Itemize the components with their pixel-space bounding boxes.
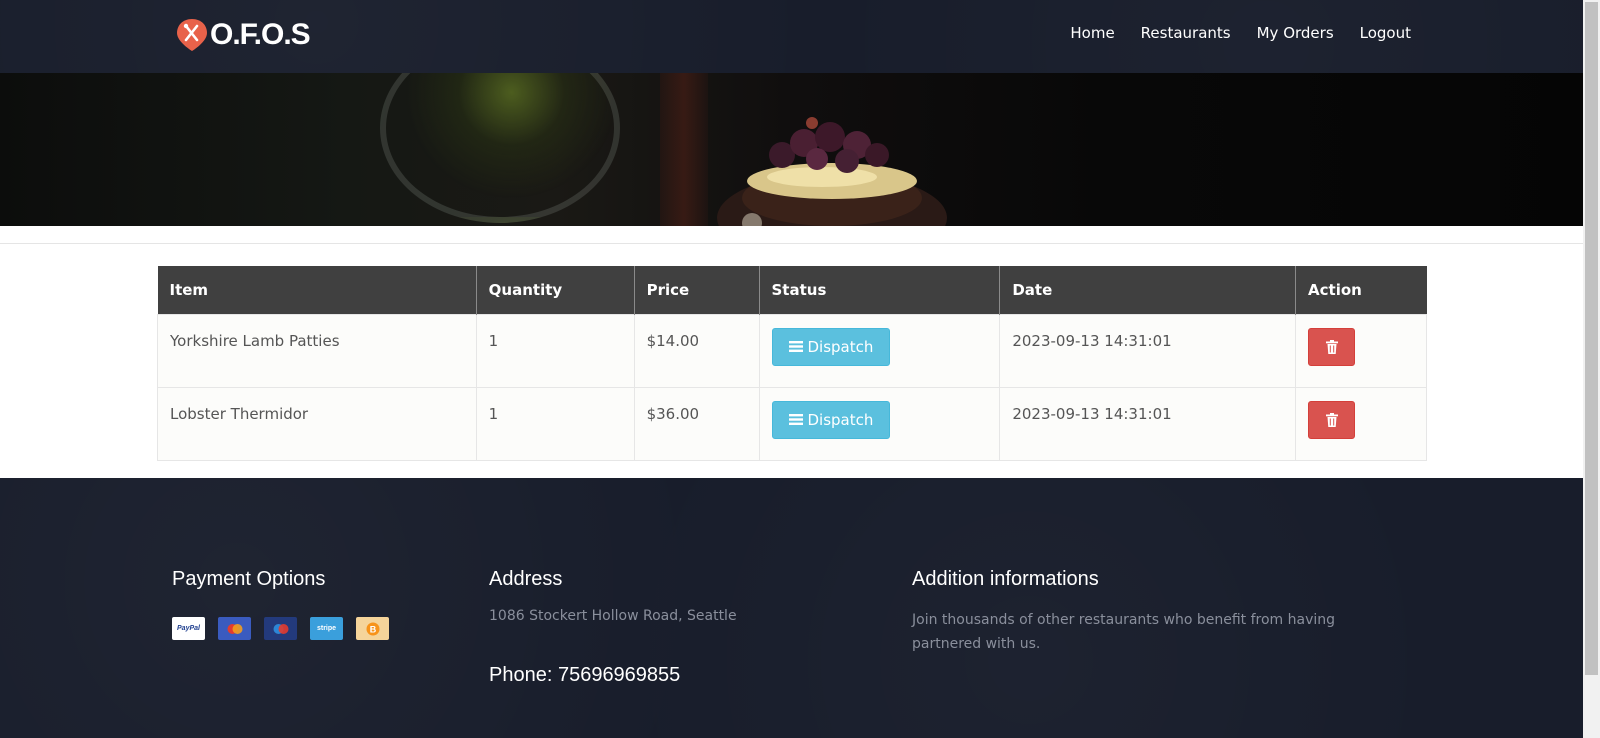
- nav-home[interactable]: Home: [1070, 24, 1114, 42]
- hero-bottle-image: [660, 73, 708, 226]
- address-title: Address: [489, 568, 563, 590]
- cell-price: $14.00: [633, 313, 760, 388]
- hero-glass-image: [380, 73, 620, 223]
- brand-name: O.F.O.S: [210, 18, 311, 51]
- hero-banner: [0, 73, 1583, 226]
- col-header-quantity: Quantity: [476, 266, 635, 314]
- menu-bars-icon: [788, 341, 803, 352]
- phone-text: Phone: 75696969855: [489, 664, 681, 686]
- col-header-date: Date: [999, 266, 1297, 314]
- cell-item: Yorkshire Lamb Patties: [157, 313, 477, 388]
- delete-order-button[interactable]: [1308, 327, 1356, 366]
- menu-bars-icon: [788, 414, 803, 425]
- cell-item: Lobster Thermidor: [157, 386, 477, 461]
- navbar: O.F.O.S Home Restaurants My Orders Logou…: [0, 0, 1583, 73]
- mastercard-icon: [218, 617, 251, 640]
- fork-knife-pin-icon: [176, 18, 208, 52]
- table-header-row: Item Quantity Price Status Date Action: [157, 266, 1427, 314]
- footer: Payment Options PayPal stripe B Address …: [0, 478, 1583, 738]
- dispatch-label: Dispatch: [807, 410, 874, 429]
- dispatch-status-button[interactable]: Dispatch: [771, 400, 891, 439]
- payment-icons: PayPal stripe B: [172, 617, 389, 640]
- address-text: 1086 Stockert Hollow Road, Seattle: [489, 608, 737, 624]
- col-header-action: Action: [1295, 266, 1427, 314]
- main-nav: Home Restaurants My Orders Logout: [1070, 24, 1411, 42]
- additional-info-title: Addition informations: [912, 568, 1099, 590]
- cell-action: [1295, 313, 1427, 388]
- cell-quantity: 1: [475, 386, 635, 461]
- cell-date: 2023-09-13 14:31:01: [999, 313, 1297, 388]
- col-header-item: Item: [157, 266, 477, 314]
- nav-restaurants[interactable]: Restaurants: [1141, 24, 1231, 42]
- maestro-icon: [264, 617, 297, 640]
- cell-status: Dispatch: [758, 386, 1001, 461]
- dispatch-label: Dispatch: [807, 337, 874, 356]
- section-divider: [0, 243, 1583, 244]
- additional-info-text: Join thousands of other restaurants who …: [912, 612, 1336, 652]
- cell-date: 2023-09-13 14:31:01: [999, 386, 1297, 461]
- nav-logout[interactable]: Logout: [1360, 24, 1411, 42]
- bitcoin-icon: B: [356, 617, 389, 640]
- scrollbar-thumb[interactable]: [1585, 2, 1598, 675]
- paypal-icon: PayPal: [172, 617, 205, 640]
- table-row: Yorkshire Lamb Patties 1 $14.00 Dispatch…: [157, 313, 1427, 388]
- payment-options-title: Payment Options: [172, 568, 326, 590]
- col-header-status: Status: [759, 266, 1001, 314]
- delete-order-button[interactable]: [1308, 400, 1356, 439]
- cell-price: $36.00: [633, 386, 760, 461]
- svg-text:B: B: [369, 624, 376, 634]
- cell-action: [1295, 386, 1427, 461]
- nav-my-orders[interactable]: My Orders: [1257, 24, 1334, 42]
- brand-logo[interactable]: O.F.O.S: [176, 18, 311, 52]
- col-header-price: Price: [634, 266, 760, 314]
- cell-quantity: 1: [475, 313, 635, 388]
- dispatch-status-button[interactable]: Dispatch: [771, 327, 891, 366]
- orders-table: Item Quantity Price Status Date Action Y…: [157, 266, 1427, 461]
- trash-icon: [1325, 339, 1338, 354]
- stripe-icon: stripe: [310, 617, 343, 640]
- vertical-scrollbar[interactable]: [1583, 0, 1600, 738]
- trash-icon: [1325, 412, 1338, 427]
- table-row: Lobster Thermidor 1 $36.00 Dispatch 2023…: [157, 386, 1427, 461]
- hero-cake-image: [717, 117, 947, 226]
- cell-status: Dispatch: [758, 313, 1001, 388]
